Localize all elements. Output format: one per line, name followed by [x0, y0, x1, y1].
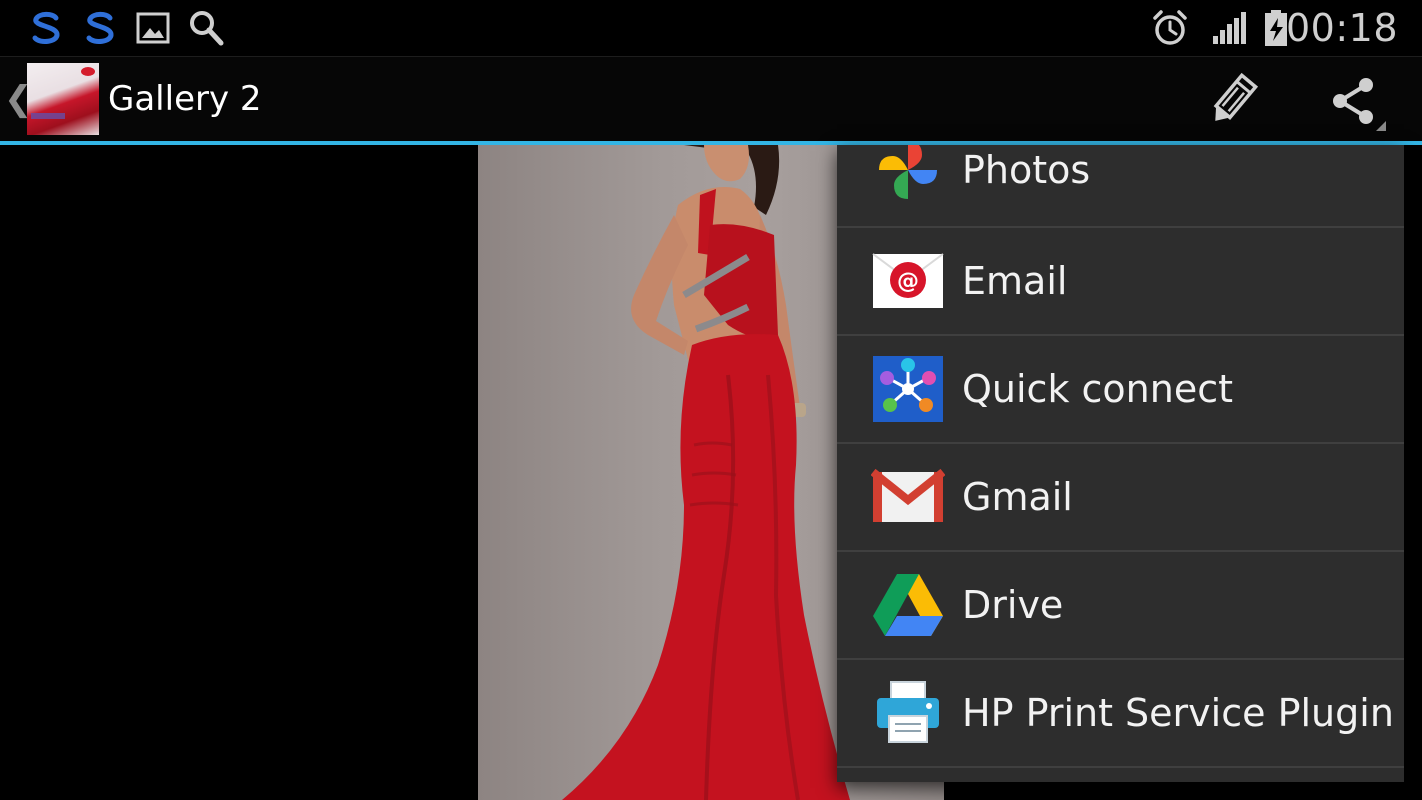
- lips-logo: [81, 67, 95, 76]
- share-item-label: Photos: [962, 148, 1091, 192]
- svg-text:@: @: [897, 269, 919, 294]
- share-item-quick-connect[interactable]: Quick connect: [837, 335, 1404, 444]
- share-item-label: Email: [962, 259, 1068, 303]
- search-notification-icon: [190, 11, 224, 46]
- share-item-label: Quick connect: [962, 367, 1234, 411]
- share-item-email[interactable]: @ Email: [837, 227, 1404, 336]
- share-item-photos[interactable]: Photos: [837, 145, 1404, 228]
- page-title: Gallery 2: [108, 79, 262, 119]
- app-icon[interactable]: [27, 63, 99, 135]
- share-item-gmail[interactable]: Gmail: [837, 443, 1404, 552]
- share-item-label: Gmail: [962, 475, 1073, 519]
- logo-strip: [31, 113, 65, 119]
- signal-icon: [1213, 12, 1246, 44]
- gmail-icon: [871, 468, 945, 522]
- s-notification-icon: [86, 11, 114, 44]
- email-icon: @: [872, 253, 944, 308]
- screen: 00:18 ❮ Gallery 2 Photos @ Email Quick c…: [0, 0, 1422, 800]
- s-notification-icon: [32, 11, 60, 44]
- quick-connect-icon: [873, 356, 943, 422]
- status-time: 00:18: [1285, 6, 1398, 50]
- edit-icon[interactable]: [1202, 71, 1262, 131]
- status-bar: 00:18: [0, 0, 1422, 57]
- share-item-label: HP Print Service Plugin: [962, 691, 1394, 735]
- google-drive-icon: [873, 574, 943, 636]
- action-bar: ❮ Gallery 2: [0, 57, 1422, 145]
- alarm-icon: [1153, 10, 1187, 45]
- image-notification-icon: [136, 12, 170, 44]
- share-item-drive[interactable]: Drive: [837, 551, 1404, 660]
- share-item-label: Drive: [962, 583, 1064, 627]
- chevron-left-icon[interactable]: ❮: [4, 77, 33, 121]
- share-icon[interactable]: [1326, 71, 1386, 131]
- printer-icon: [877, 681, 939, 743]
- share-menu: Photos @ Email Quick connect Gmail Drive…: [837, 145, 1404, 782]
- share-item-hp-print[interactable]: HP Print Service Plugin: [837, 659, 1404, 768]
- google-photos-icon: [879, 145, 937, 199]
